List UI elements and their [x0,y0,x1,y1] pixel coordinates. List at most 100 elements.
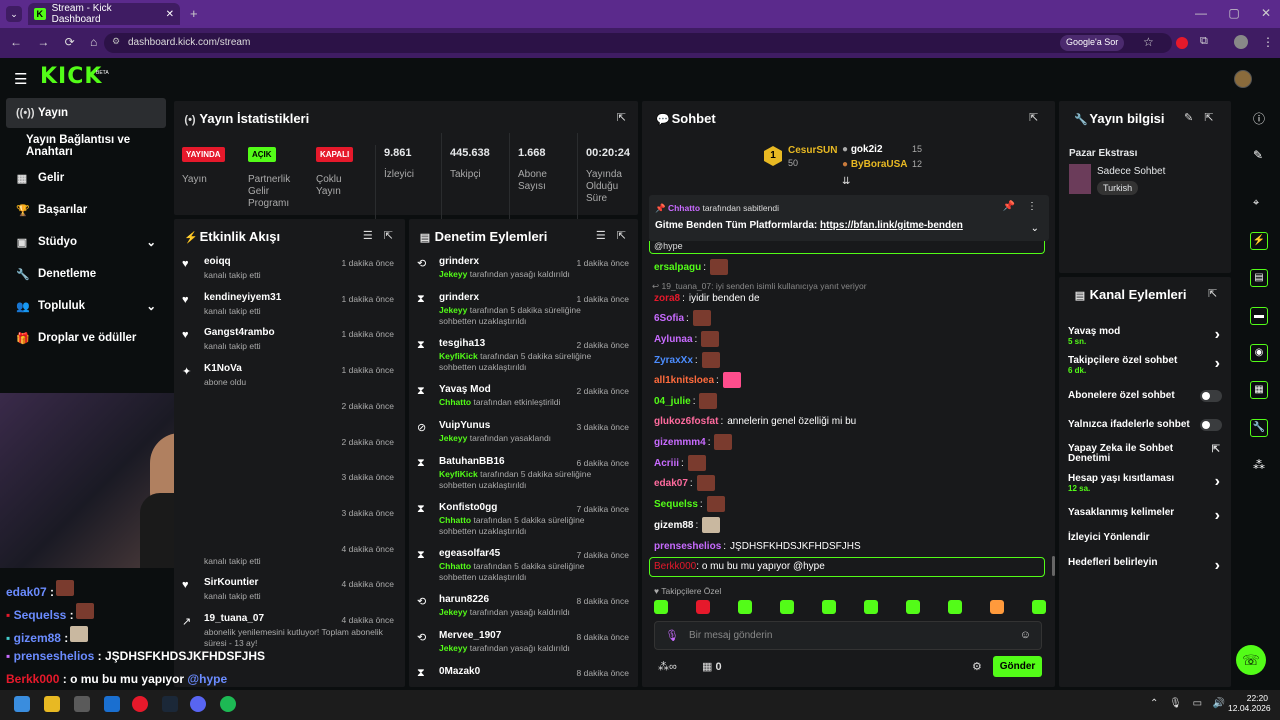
chat-message[interactable]: ersalpagu: [654,257,729,277]
chat-username[interactable]: 04_julie [654,396,691,407]
external-link-icon[interactable]: ⇱ [1212,444,1220,455]
chat-message[interactable]: edak07: [654,473,715,493]
toggle-switch[interactable] [1200,419,1222,431]
channel-action-row[interactable]: Takipçilere özel sohbet 6 dk. › [1068,355,1228,375]
chat-message[interactable]: 04_julie: [654,391,718,411]
edit-popout-icons[interactable]: ✎ ⇱ [1184,111,1214,124]
unpin-icon[interactable]: 📌 [1003,201,1015,212]
explorer-icon[interactable] [44,696,60,712]
sidebar-item-topluluk[interactable]: 👥 Topluluk ⌄ [6,291,166,321]
emote-button[interactable] [738,600,752,614]
moderated-user[interactable]: Konfisto0gg [439,502,497,513]
chat-icon[interactable]: ▬ [1250,307,1268,325]
filter-popout-icons[interactable]: ☰ ⇱ [596,229,626,242]
profile-avatar[interactable] [1234,35,1248,49]
chevron-right-icon[interactable]: › [1215,473,1220,491]
clipboard-icon[interactable]: ▤ [1250,269,1268,287]
system-tray-icons[interactable]: ⌃ 🎙 ▭ 🔊 [1150,698,1225,709]
chat-username[interactable]: prenseshelios [654,541,721,552]
top-gifter-1[interactable]: CesurSUN [788,145,837,156]
pinned-message[interactable]: 📌 Chhatto tarafından sabitlendi Gitme Be… [649,195,1049,241]
activity-user[interactable]: eoiqq [204,256,231,267]
user-avatar[interactable] [1234,70,1252,88]
spotify-icon[interactable] [220,696,236,712]
channel-action-row[interactable]: Hedefleri belirleyin › [1068,557,1228,574]
windows-start-icon[interactable] [14,696,30,712]
moderator-name[interactable]: Jekeyy [439,607,467,617]
drops-icon[interactable]: ⁂ [1253,458,1265,472]
moderator-name[interactable]: KeyfiKick [439,469,478,479]
support-icon[interactable]: ☏ [1236,645,1266,675]
activity-user[interactable]: kendineyiyem31 [204,292,281,303]
sidebar-item-stream-key[interactable]: Yayın Bağlantısı ve Anahtarı [6,131,166,161]
toggle-switch[interactable] [1200,390,1222,402]
channel-action-row[interactable]: İzleyici Yönlendir [1068,532,1228,543]
chat-message[interactable]: Sequelss: [654,494,725,514]
moderated-user[interactable]: tesgiha13 [439,338,485,349]
info-icon[interactable]: ⓘ [1253,110,1265,127]
focus-icon[interactable]: ⌖ [1253,197,1259,210]
chat-username[interactable]: all1knitsloea [654,375,714,386]
moderator-name[interactable]: Chhatto [439,397,471,407]
chevron-right-icon[interactable]: › [1215,557,1220,575]
chrome-icon[interactable] [132,696,148,712]
channel-action-row[interactable]: Yapay Zeka ile Sohbet Denetimi ⇱ [1068,444,1228,464]
sidebar-item-denetleme[interactable]: 🔧 Denetleme [6,259,166,289]
chat-message[interactable]: gizemmm4: [654,432,733,452]
puzzle-icon[interactable]: ⧉ [1200,35,1208,48]
moderator-name[interactable]: Jekeyy [439,643,467,653]
channel-action-row[interactable]: Yavaş mod 5 sn. › [1068,326,1228,346]
bolt-icon[interactable]: ⚡ [1250,232,1268,250]
points-icon[interactable]: ⁂∞ [658,660,677,673]
moderated-user[interactable]: harun8226 [439,594,489,605]
chat-username[interactable]: Aylunaa [654,334,693,345]
tab-search-icon[interactable]: ⌄ [6,6,22,22]
outlook-icon[interactable] [104,696,120,712]
chevron-down-icon[interactable]: ⌄ [1031,223,1039,234]
chat-username[interactable]: gizemmm4 [654,437,706,448]
chat-input[interactable]: 🎙 Bir mesaj gönderin ☺ [654,621,1042,650]
channel-action-row[interactable]: Yalnızca ifadelerle sohbet [1068,419,1228,431]
sidebar-item-studyo[interactable]: ▣ Stüdyo ⌄ [6,227,166,257]
sidebar-item-droplar[interactable]: 🎁 Droplar ve ödüller [6,323,166,353]
popout-icon[interactable]: ⇱ [1208,287,1217,300]
mic-icon[interactable]: 🎙 [665,629,679,642]
scrollbar[interactable] [1052,556,1055,576]
moderator-name[interactable]: Jekeyy [439,433,467,443]
kick-logo[interactable]: KICK [40,64,102,89]
activity-user[interactable]: K1NoVa [204,363,242,374]
moderated-user[interactable]: Mervee_1907 [439,630,501,641]
channel-action-row[interactable]: Yasaklanmış kelimeler › [1068,507,1228,524]
top-gifter-2[interactable]: ● gok2i2 [842,144,883,155]
pinned-link[interactable]: https://bfan.link/gitme-benden [820,220,963,231]
moderated-user[interactable]: grinderx [439,292,479,303]
emote-button[interactable] [864,600,878,614]
store-icon[interactable]: ▦ 0 [702,660,722,673]
chat-username[interactable]: Acriii [654,458,679,469]
moderated-user[interactable]: VuipYunus [439,420,490,431]
star-icon[interactable]: ☆ [1143,35,1154,49]
window-controls[interactable]: — ▢ ✕ [1195,6,1271,20]
sidebar-item-yayin[interactable]: ((•)) Yayın [6,98,166,128]
nav-buttons[interactable]: ← → ⟳ ⌂ [10,35,97,49]
url-input[interactable]: dashboard.kick.com/stream [104,33,1172,53]
settings-icon[interactable]: ⚙ [972,660,982,673]
emote-button[interactable] [906,600,920,614]
emoji-icon[interactable]: ☺ [1020,629,1031,641]
moderator-name[interactable]: Chhatto [439,515,471,525]
moderated-user[interactable]: BatuhanBB16 [439,456,505,467]
new-tab-icon[interactable]: + [190,6,198,21]
chevron-right-icon[interactable]: › [1215,507,1220,525]
emote-button[interactable] [696,600,710,614]
chat-username[interactable]: Sequelss [654,499,698,510]
chevron-right-icon[interactable]: › [1215,326,1220,344]
chat-username[interactable]: ersalpagu [654,262,701,273]
chat-message[interactable]: 6Sofia: [654,308,711,328]
discord-icon[interactable] [190,696,206,712]
emote-button[interactable] [822,600,836,614]
site-info-icon[interactable]: ⚙ [112,36,120,47]
google-ask-button[interactable]: Google'a Sor [1060,35,1125,51]
chat-username[interactable]: ZyraxXx [654,355,693,366]
send-button[interactable]: Gönder [993,656,1042,677]
filter-popout-icons[interactable]: ☰ ⇱ [363,229,393,242]
